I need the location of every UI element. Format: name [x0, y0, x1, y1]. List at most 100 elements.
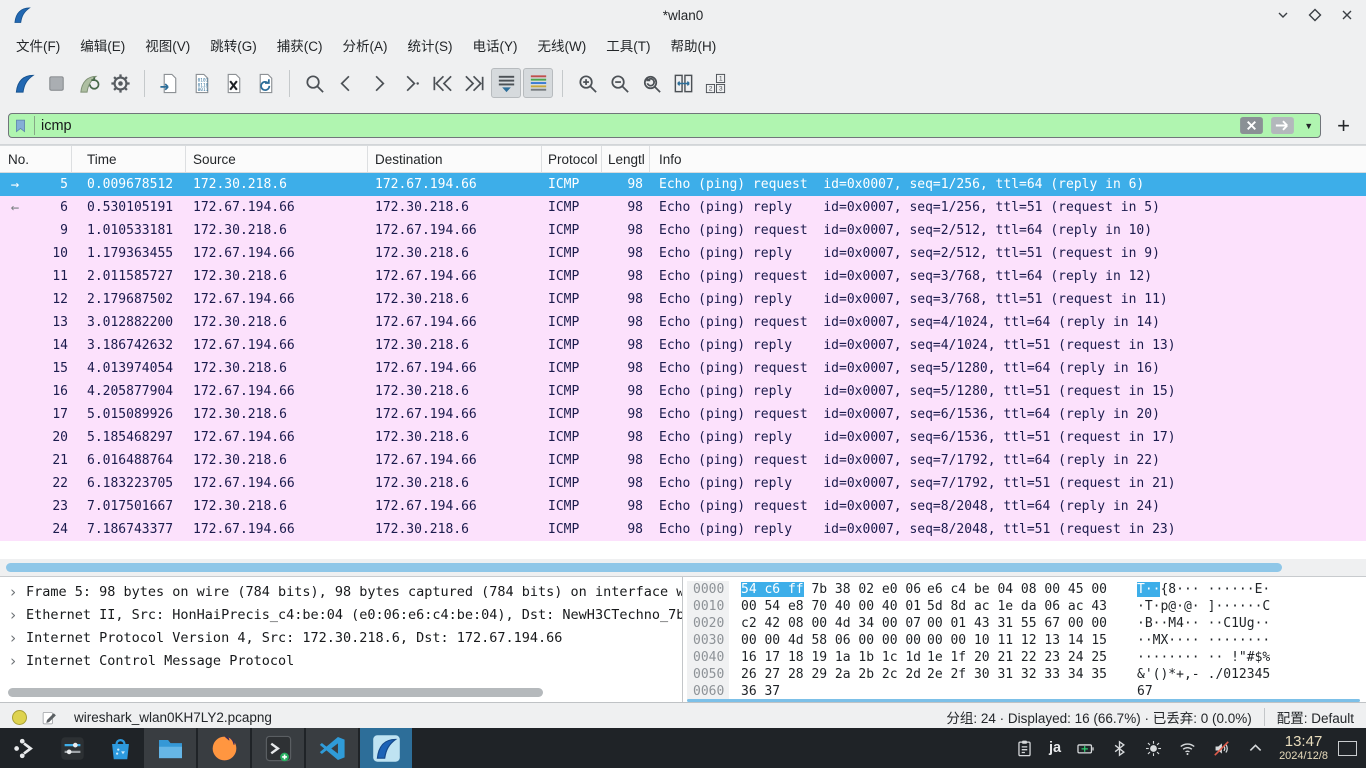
- task-firefox[interactable]: [198, 728, 250, 768]
- find-packet-button[interactable]: [299, 68, 329, 98]
- details-hscrollbar[interactable]: [8, 688, 543, 697]
- menu-analyze[interactable]: 分析(A): [333, 32, 398, 58]
- task-file-manager[interactable]: [144, 728, 196, 768]
- packet-row[interactable]: 122.179687502172.67.194.66172.30.218.6IC…: [0, 288, 1366, 311]
- capture-options-button[interactable]: [105, 68, 135, 98]
- hex-row[interactable]: 006036 3767: [687, 683, 1366, 700]
- menu-go[interactable]: 跳转(G): [200, 32, 267, 58]
- menu-statistics[interactable]: 统计(S): [398, 32, 463, 58]
- brightness-icon[interactable]: [1144, 739, 1163, 758]
- close-file-button[interactable]: [218, 68, 248, 98]
- menu-help[interactable]: 帮助(H): [660, 32, 726, 58]
- hex-row[interactable]: 005026 27 28 29 2a 2b 2c 2d2e 2f 30 31 3…: [687, 666, 1366, 683]
- hscrollbar-handle[interactable]: [6, 563, 1282, 572]
- layout-123-button[interactable]: 123: [700, 68, 730, 98]
- go-to-packet-button[interactable]: [395, 68, 425, 98]
- display-filter-input[interactable]: icmp ▼: [8, 113, 1321, 138]
- packet-detail-row[interactable]: ›Frame 5: 98 bytes on wire (784 bits), 9…: [0, 580, 682, 603]
- hex-row[interactable]: 0020c2 42 08 00 4d 34 00 0700 01 43 31 5…: [687, 615, 1366, 632]
- packet-row[interactable]: 175.015089926172.30.218.6172.67.194.66IC…: [0, 403, 1366, 426]
- menu-wireless[interactable]: 无线(W): [528, 32, 597, 58]
- reload-file-button[interactable]: [250, 68, 280, 98]
- expand-chevron-icon[interactable]: ›: [0, 606, 26, 624]
- packet-row[interactable]: 112.011585727172.30.218.6172.67.194.66IC…: [0, 265, 1366, 288]
- column-header-length[interactable]: Lengtl: [602, 146, 650, 172]
- go-last-button[interactable]: [459, 68, 489, 98]
- bluetooth-icon[interactable]: [1110, 739, 1129, 758]
- go-forward-button[interactable]: [363, 68, 393, 98]
- packet-row[interactable]: 91.010533181172.30.218.6172.67.194.66ICM…: [0, 219, 1366, 242]
- packet-row[interactable]: 154.013974054172.30.218.6172.67.194.66IC…: [0, 357, 1366, 380]
- packet-detail-row[interactable]: ›Internet Control Message Protocol: [0, 649, 682, 672]
- packet-bytes-pane[interactable]: 000054 c6 ff 7b 38 02 e0 06e6 c4 be 04 0…: [683, 577, 1366, 702]
- filter-clear-icon[interactable]: [1239, 116, 1264, 135]
- close-icon[interactable]: [1340, 8, 1354, 22]
- packet-detail-row[interactable]: ›Internet Protocol Version 4, Src: 172.3…: [0, 626, 682, 649]
- filter-add-button[interactable]: +: [1329, 116, 1358, 136]
- packet-row[interactable]: 205.185468297172.67.194.66172.30.218.6IC…: [0, 426, 1366, 449]
- task-terminal[interactable]: [252, 728, 304, 768]
- packet-row[interactable]: 133.012882200172.30.218.6172.67.194.66IC…: [0, 311, 1366, 334]
- go-back-button[interactable]: [331, 68, 361, 98]
- open-file-button[interactable]: [154, 68, 184, 98]
- titlebar[interactable]: *wlan0: [0, 0, 1366, 30]
- expand-chevron-icon[interactable]: ›: [0, 583, 26, 601]
- volume-muted-icon[interactable]: [1212, 739, 1231, 758]
- zoom-out-button[interactable]: [604, 68, 634, 98]
- filter-apply-icon[interactable]: [1270, 116, 1295, 135]
- hex-row[interactable]: 003000 00 4d 58 06 00 00 0000 00 10 11 1…: [687, 632, 1366, 649]
- chevron-up-icon[interactable]: [1246, 739, 1265, 758]
- packet-list-hscrollbar[interactable]: [0, 559, 1366, 576]
- clock[interactable]: 13:47 2024/12/8: [1279, 734, 1328, 762]
- wifi-icon[interactable]: [1178, 739, 1197, 758]
- save-file-button[interactable]: 010101100011: [186, 68, 216, 98]
- auto-scroll-button[interactable]: [491, 68, 521, 98]
- restart-capture-button[interactable]: [73, 68, 103, 98]
- menu-edit[interactable]: 编辑(E): [70, 32, 135, 58]
- colorize-button[interactable]: [523, 68, 553, 98]
- battery-icon[interactable]: [1076, 739, 1095, 758]
- menu-file[interactable]: 文件(F): [6, 32, 70, 58]
- filter-bookmark-icon[interactable]: [13, 116, 28, 136]
- task-vscode[interactable]: [306, 728, 358, 768]
- menu-capture[interactable]: 捕获(C): [267, 32, 333, 58]
- hex-row[interactable]: 000054 c6 ff 7b 38 02 e0 06e6 c4 be 04 0…: [687, 581, 1366, 598]
- clipboard-icon[interactable]: [1015, 739, 1034, 758]
- column-header-protocol[interactable]: Protocol: [542, 146, 602, 172]
- zoom-reset-button[interactable]: [636, 68, 666, 98]
- column-header-destination[interactable]: Destination: [368, 146, 542, 172]
- hex-row[interactable]: 001000 54 e8 70 40 00 40 015d 8d ac 1e d…: [687, 598, 1366, 615]
- maximize-icon[interactable]: [1308, 8, 1322, 22]
- stop-capture-button[interactable]: [41, 68, 71, 98]
- menu-telephony[interactable]: 电话(Y): [463, 32, 528, 58]
- filter-dropdown-chevron-icon[interactable]: ▼: [1301, 121, 1316, 131]
- show-desktop-button[interactable]: [1338, 741, 1357, 756]
- expand-chevron-icon[interactable]: ›: [0, 629, 26, 647]
- app-launcher-icon[interactable]: [0, 728, 48, 768]
- column-header-info[interactable]: Info: [650, 146, 1366, 172]
- capture-comment-icon[interactable]: [41, 709, 58, 726]
- hex-scrollbar[interactable]: [687, 699, 1360, 702]
- packet-row[interactable]: 143.186742632172.67.194.66172.30.218.6IC…: [0, 334, 1366, 357]
- packet-detail-row[interactable]: ›Ethernet II, Src: HonHaiPrecis_c4:be:04…: [0, 603, 682, 626]
- profile-selector[interactable]: 配置: Default: [1277, 707, 1354, 727]
- packet-row[interactable]: 226.183223705172.67.194.66172.30.218.6IC…: [0, 472, 1366, 495]
- packet-row[interactable]: 164.205877904172.67.194.66172.30.218.6IC…: [0, 380, 1366, 403]
- zoom-in-button[interactable]: [572, 68, 602, 98]
- start-capture-button[interactable]: [9, 68, 39, 98]
- settings-icon[interactable]: [48, 728, 96, 768]
- packet-row[interactable]: 101.179363455172.67.194.66172.30.218.6IC…: [0, 242, 1366, 265]
- packet-row[interactable]: →50.009678512172.30.218.6172.67.194.66IC…: [0, 173, 1366, 196]
- menu-view[interactable]: 视图(V): [135, 32, 200, 58]
- menu-tools[interactable]: 工具(T): [596, 32, 660, 58]
- go-first-button[interactable]: [427, 68, 457, 98]
- column-header-no[interactable]: No.: [0, 146, 72, 172]
- expand-chevron-icon[interactable]: ›: [0, 652, 26, 670]
- packet-row[interactable]: ←60.530105191172.67.194.66172.30.218.6IC…: [0, 196, 1366, 219]
- column-header-source[interactable]: Source: [186, 146, 368, 172]
- expert-info-icon[interactable]: [12, 710, 27, 725]
- minimize-icon[interactable]: [1276, 8, 1290, 22]
- discover-icon[interactable]: [96, 728, 144, 768]
- packet-row[interactable]: 247.186743377172.67.194.66172.30.218.6IC…: [0, 518, 1366, 541]
- filter-value[interactable]: icmp: [41, 118, 1233, 134]
